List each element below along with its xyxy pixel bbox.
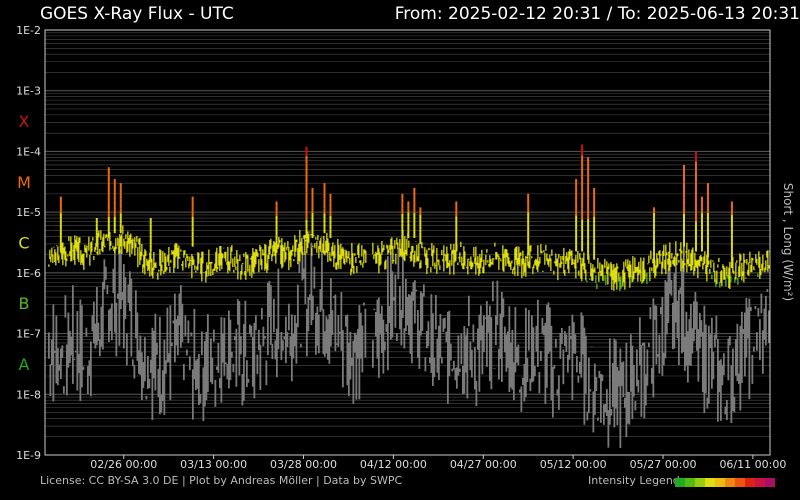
xray-flux-chart: 1E-2 1E-3 1E-4 1E-5 1E-6 1E-7 1E-8 1E-9 X M C B A 02/… [16, 24, 795, 471]
legend-swatch [735, 478, 745, 487]
y-tick-label: 1E-7 [16, 328, 41, 341]
series-layer [47, 144, 771, 448]
x-tick-label: 06/11 00:00 [719, 458, 786, 471]
flare-spikes [59, 144, 733, 269]
y-tick-label: 1E-5 [16, 206, 41, 219]
short-channel-series [47, 230, 770, 448]
legend-swatch [725, 478, 735, 487]
y-tick-label: 1E-2 [16, 24, 41, 37]
y-tick-label: 1E-3 [16, 85, 41, 98]
legend-swatch [755, 478, 765, 487]
legend-swatch [675, 478, 685, 487]
y-tick-label: 1E-4 [16, 145, 41, 158]
intensity-legend [675, 478, 775, 487]
legend-swatch [705, 478, 715, 487]
legend-swatch [695, 478, 705, 487]
y-tick-label: 1E-9 [16, 449, 41, 462]
license-text: License: CC BY-SA 3.0 DE | Plot by Andre… [40, 474, 403, 487]
x-tick-label: 03/28 00:00 [270, 458, 337, 471]
x-tick-label: 03/13 00:00 [180, 458, 247, 471]
legend-swatch [745, 478, 755, 487]
x-tick-label: 04/27 00:00 [450, 458, 517, 471]
legend-swatch [715, 478, 725, 487]
flare-class-label: M [17, 173, 31, 192]
x-tick-label: 05/27 00:00 [630, 458, 697, 471]
y-axis-label: Short , Long (W/m²) [781, 183, 795, 301]
y-tick-label: 1E-6 [16, 267, 41, 280]
y-tick-label: 1E-8 [16, 388, 41, 401]
flare-class-label: X [19, 112, 30, 131]
x-tick-label: 05/12 00:00 [540, 458, 607, 471]
flare-class-label: A [19, 355, 30, 374]
legend-swatch [765, 478, 775, 487]
flare-class-label: C [18, 234, 29, 253]
flare-class-label: B [19, 294, 30, 313]
x-tick-label: 04/12 00:00 [360, 458, 427, 471]
x-tick-label: 02/26 00:00 [90, 458, 157, 471]
legend-swatch [685, 478, 695, 487]
intensity-legend-label: Intensity Legend [588, 474, 680, 487]
